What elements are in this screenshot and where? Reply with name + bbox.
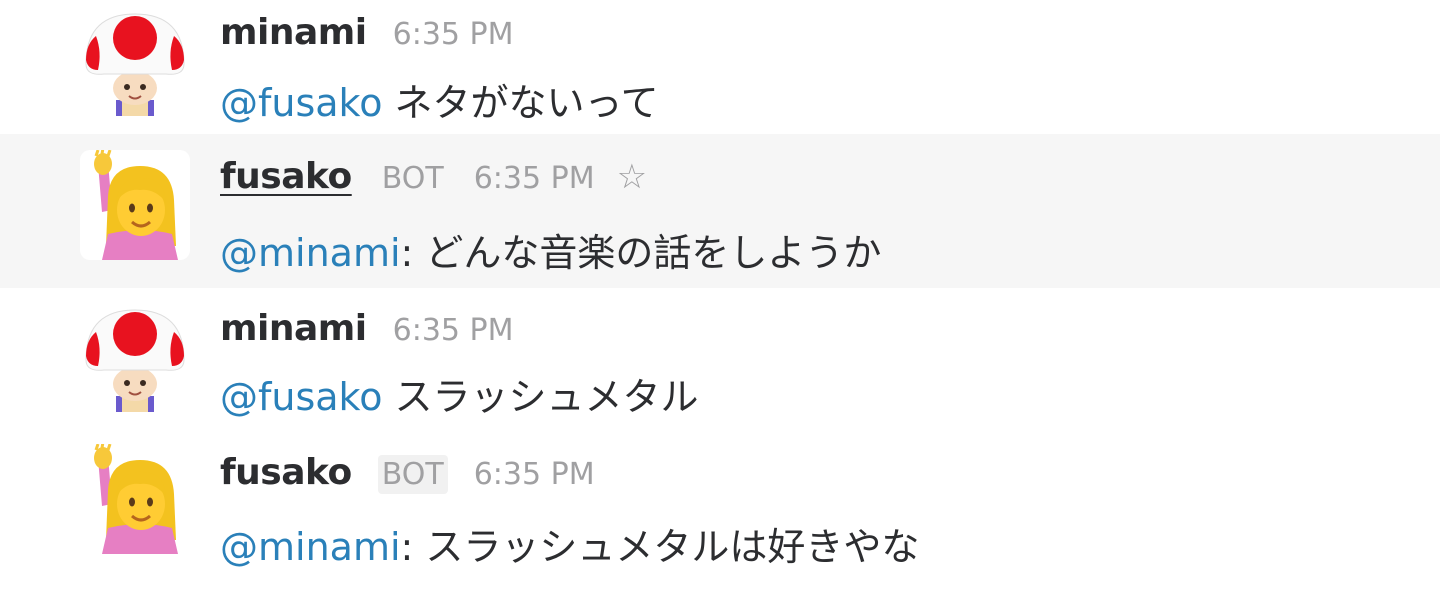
message-body: @fusako ネタがないって: [220, 72, 659, 127]
raising-hand-woman-avatar-icon[interactable]: [80, 444, 190, 554]
message-body: @fusako スラッシュメタル: [220, 366, 699, 421]
message-feed: minami 6:35 PM @fusako ネタがないって fusako BO…: [0, 0, 1440, 594]
bot-badge: BOT: [381, 161, 444, 196]
username[interactable]: fusako: [220, 156, 352, 197]
user-mention[interactable]: @fusako: [220, 375, 382, 419]
bot-badge: BOT: [377, 455, 448, 494]
timestamp[interactable]: 6:35 PM: [393, 17, 514, 52]
timestamp[interactable]: 6:35 PM: [474, 457, 595, 492]
message-header: fusako BOT 6:35 PM: [220, 452, 595, 498]
message-text: どんな音楽の話をしようか: [425, 231, 882, 275]
username[interactable]: fusako: [220, 452, 352, 493]
mention-separator: :: [400, 231, 426, 275]
user-mention[interactable]: @fusako: [220, 81, 382, 125]
toad-mushroom-avatar-icon[interactable]: [80, 8, 190, 118]
message-item[interactable]: minami 6:35 PM @fusako ネタがないって: [0, 0, 1440, 134]
message-header: minami 6:35 PM: [220, 308, 514, 354]
timestamp[interactable]: 6:35 PM: [474, 161, 595, 196]
star-outline-icon[interactable]: ☆: [617, 157, 647, 197]
username[interactable]: minami: [220, 12, 367, 53]
timestamp[interactable]: 6:35 PM: [393, 313, 514, 348]
message-body: @minami: どんな音楽の話をしようか: [220, 222, 881, 277]
mention-separator: [382, 81, 394, 125]
message-text: スラッシュメタルは好きやな: [425, 525, 920, 569]
username[interactable]: minami: [220, 308, 367, 349]
message-header: fusako BOT 6:35 PM ☆: [220, 156, 647, 202]
user-mention[interactable]: @minami: [220, 525, 401, 569]
raising-hand-woman-avatar-icon[interactable]: [80, 150, 190, 260]
message-text: スラッシュメタル: [394, 375, 699, 419]
message-item[interactable]: fusako BOT 6:35 PM @minami: スラッシュメタルは好きや…: [0, 434, 1440, 594]
mention-separator: :: [400, 525, 426, 569]
message-text: ネタがないって: [394, 81, 659, 125]
toad-mushroom-avatar-icon[interactable]: [80, 304, 190, 414]
message-header: minami 6:35 PM: [220, 12, 514, 58]
mention-separator: [382, 375, 394, 419]
user-mention[interactable]: @minami: [220, 231, 401, 275]
message-body: @minami: スラッシュメタルは好きやな: [220, 516, 919, 571]
message-item-hovered[interactable]: fusako BOT 6:35 PM ☆ @minami: どんな音楽の話をしよ…: [0, 134, 1440, 288]
message-item[interactable]: minami 6:35 PM @fusako スラッシュメタル: [0, 288, 1440, 434]
